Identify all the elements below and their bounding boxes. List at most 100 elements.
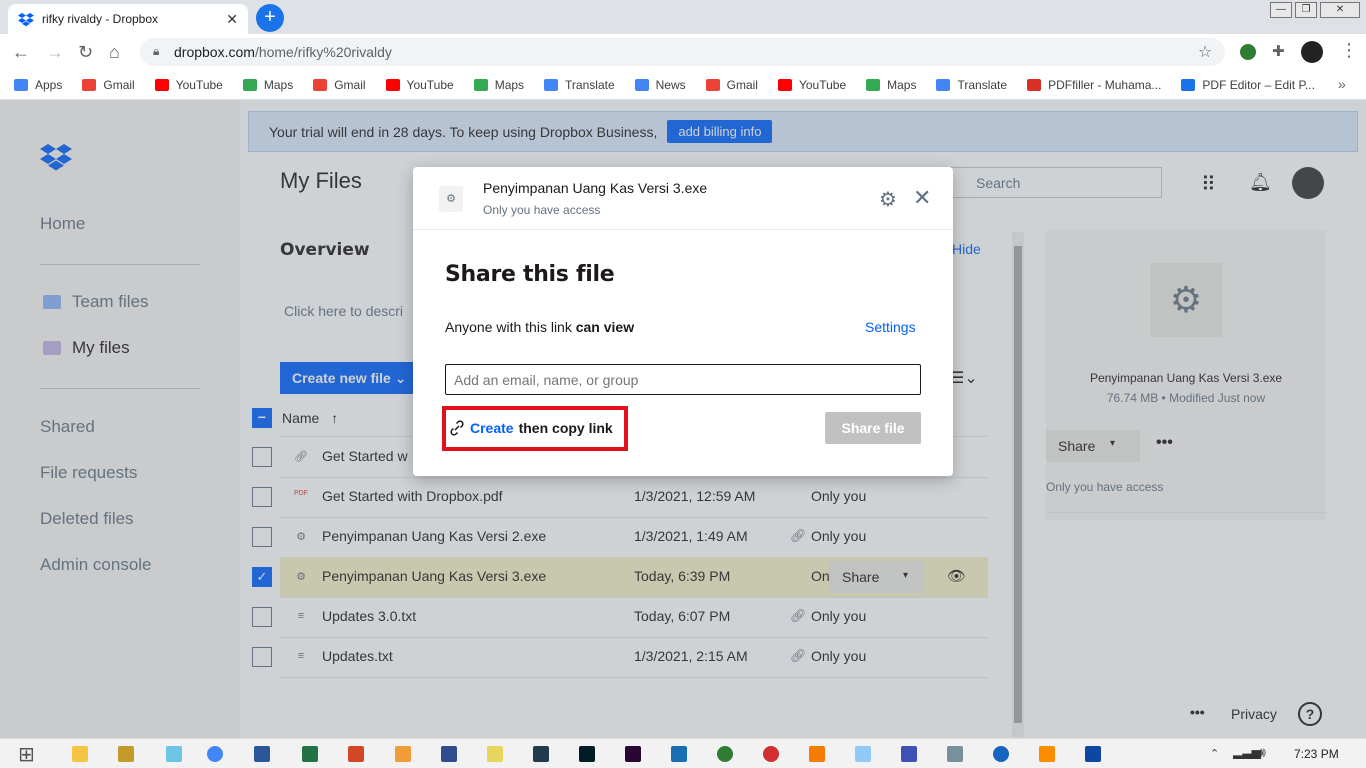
tray-chevron-icon[interactable]: ⌃: [1210, 747, 1219, 760]
bookmarks-overflow-icon[interactable]: »: [1338, 76, 1346, 92]
new-tab-button[interactable]: +: [256, 4, 284, 32]
notepad-icon[interactable]: [487, 746, 503, 762]
settings-link[interactable]: Settings: [865, 319, 916, 335]
bookmark-icon: [634, 78, 649, 91]
xampp-icon[interactable]: [809, 746, 825, 762]
volume-icon[interactable]: 🔊︎: [1257, 744, 1266, 761]
bookmark-item[interactable]: Maps: [242, 77, 294, 92]
address-bar[interactable]: 🔒︎ dropbox.com/home/rifky%20rivaldy ☆: [140, 38, 1225, 66]
dialog-access-text: Only you have access: [483, 203, 601, 217]
dialog-heading: Share this file: [445, 262, 615, 287]
excel-icon[interactable]: [302, 746, 318, 762]
app-icon[interactable]: [441, 746, 457, 762]
file-explorer-icon[interactable]: [72, 746, 88, 762]
create-link-button[interactable]: Create then copy link: [450, 420, 613, 436]
bookmark-label: YouTube: [175, 77, 223, 92]
browser-menu-icon[interactable]: ⋮: [1340, 40, 1358, 61]
forward-arrow-icon[interactable]: →: [46, 42, 64, 63]
bookmark-item[interactable]: Maps: [866, 78, 916, 92]
windows-start-icon[interactable]: ⊞: [18, 742, 35, 767]
bookmark-item[interactable]: Maps: [473, 78, 524, 92]
bookmarks-bar: Apps Gmail YouTube Maps Gmail YouTube Maps Tran…: [0, 70, 1366, 100]
bookmark-label: Maps: [263, 77, 294, 92]
bookmark-icon: [1027, 78, 1042, 91]
bookmark-star-icon[interactable]: ☆: [1198, 42, 1212, 62]
reload-icon[interactable]: ↻: [78, 42, 93, 63]
bookmark-icon: [1181, 78, 1196, 91]
bookmark-item[interactable]: Gmail: [313, 78, 366, 92]
bookmark-icon: [313, 78, 328, 91]
bookmark-label: Translate: [957, 77, 1008, 92]
chrome-icon[interactable]: [207, 746, 223, 762]
browser-tab-bar: rifky rivaldy - Dropbox ✕ + — ❐ ✕: [0, 0, 1366, 34]
share-recipient-input[interactable]: [445, 364, 921, 395]
link-icon: [450, 420, 464, 436]
bookmark-icon: [544, 78, 559, 91]
bookmark-item[interactable]: YouTube: [777, 77, 847, 92]
app-icon[interactable]: [855, 746, 871, 762]
app-icon[interactable]: [947, 746, 963, 762]
bookmark-item[interactable]: YouTube: [154, 77, 223, 92]
bookmark-label: Maps: [887, 77, 917, 92]
bookmark-item[interactable]: News: [634, 77, 686, 92]
bookmark-icon: [82, 78, 97, 91]
minimize-button[interactable]: —: [1270, 2, 1292, 18]
bookmark-icon: [385, 78, 400, 91]
tab-close-icon[interactable]: ✕: [226, 11, 238, 28]
bookmark-icon: [473, 78, 488, 91]
photoshop-icon[interactable]: [579, 746, 595, 762]
app-icon[interactable]: [993, 746, 1009, 762]
close-icon[interactable]: ✕: [913, 185, 931, 211]
bookmark-label: YouTube: [798, 77, 847, 92]
home-icon[interactable]: ⌂: [109, 42, 120, 63]
taskbar-clock[interactable]: 7:23 PM: [1294, 747, 1339, 761]
back-arrow-icon[interactable]: ←: [12, 42, 30, 63]
app-icon[interactable]: [717, 746, 733, 762]
bookmark-item[interactable]: PDFfiller - Muhama...: [1027, 78, 1161, 92]
app-icon[interactable]: [1039, 746, 1055, 762]
bookmark-label: Apps: [35, 77, 63, 92]
create-link-label: Create: [470, 420, 514, 436]
bookmark-item[interactable]: Translate: [544, 78, 615, 92]
window-close-button[interactable]: ✕: [1320, 2, 1360, 18]
app-icon[interactable]: [763, 746, 779, 762]
dialog-header: ⚙ Penyimpanan Uang Kas Versi 3.exe Only …: [413, 167, 953, 230]
url-host: dropbox.com: [174, 44, 255, 60]
dropbox-favicon-icon: [18, 13, 34, 27]
app-icon[interactable]: [166, 746, 182, 762]
word-icon[interactable]: [254, 746, 270, 762]
copy-link-label: then copy link: [518, 420, 613, 436]
powerpoint-icon[interactable]: [348, 746, 364, 762]
virtualbox-icon[interactable]: [671, 746, 687, 762]
browser-tab[interactable]: rifky rivaldy - Dropbox ✕: [8, 4, 248, 34]
bookmark-icon: [154, 78, 169, 91]
bookmark-label: Translate: [565, 77, 615, 92]
bookmark-icon: [14, 78, 28, 91]
app-icon[interactable]: [901, 746, 917, 762]
app-icon[interactable]: [118, 746, 134, 762]
permission-value: can view: [575, 319, 635, 335]
app-icon[interactable]: [533, 746, 549, 762]
profile-avatar[interactable]: [1301, 41, 1323, 63]
bookmark-item[interactable]: Apps: [14, 78, 62, 92]
bookmark-item[interactable]: PDF Editor – Edit P...: [1181, 78, 1315, 92]
bookmark-item[interactable]: YouTube: [385, 78, 454, 92]
extension-globe-icon[interactable]: [1240, 44, 1256, 60]
bookmark-label: News: [655, 77, 686, 92]
bookmark-item[interactable]: Translate: [936, 78, 1007, 92]
bookmark-icon: [242, 78, 257, 91]
bookmark-item[interactable]: Gmail: [82, 78, 135, 92]
settings-gear-icon[interactable]: ⚙: [879, 187, 897, 212]
browser-toolbar: ← → ↻ ⌂ 🔒︎ dropbox.com/home/rifky%20riva…: [0, 34, 1366, 70]
maximize-button[interactable]: ❐: [1295, 2, 1317, 18]
windows-taskbar: ⊞ ⌃ ▂▃▅ 🔊︎ 7:23 PM: [0, 738, 1366, 768]
bookmark-icon: [777, 78, 792, 91]
premiere-icon[interactable]: [625, 746, 641, 762]
share-file-button[interactable]: Share file: [825, 412, 921, 444]
link-permission-text: Anyone with this link can view: [445, 319, 634, 335]
app-icon[interactable]: [1085, 746, 1101, 762]
tab-title: rifky rivaldy - Dropbox: [42, 12, 159, 26]
bookmark-item[interactable]: Gmail: [705, 78, 758, 92]
extensions-puzzle-icon[interactable]: ✚: [1272, 42, 1285, 60]
app-icon[interactable]: [395, 746, 411, 762]
